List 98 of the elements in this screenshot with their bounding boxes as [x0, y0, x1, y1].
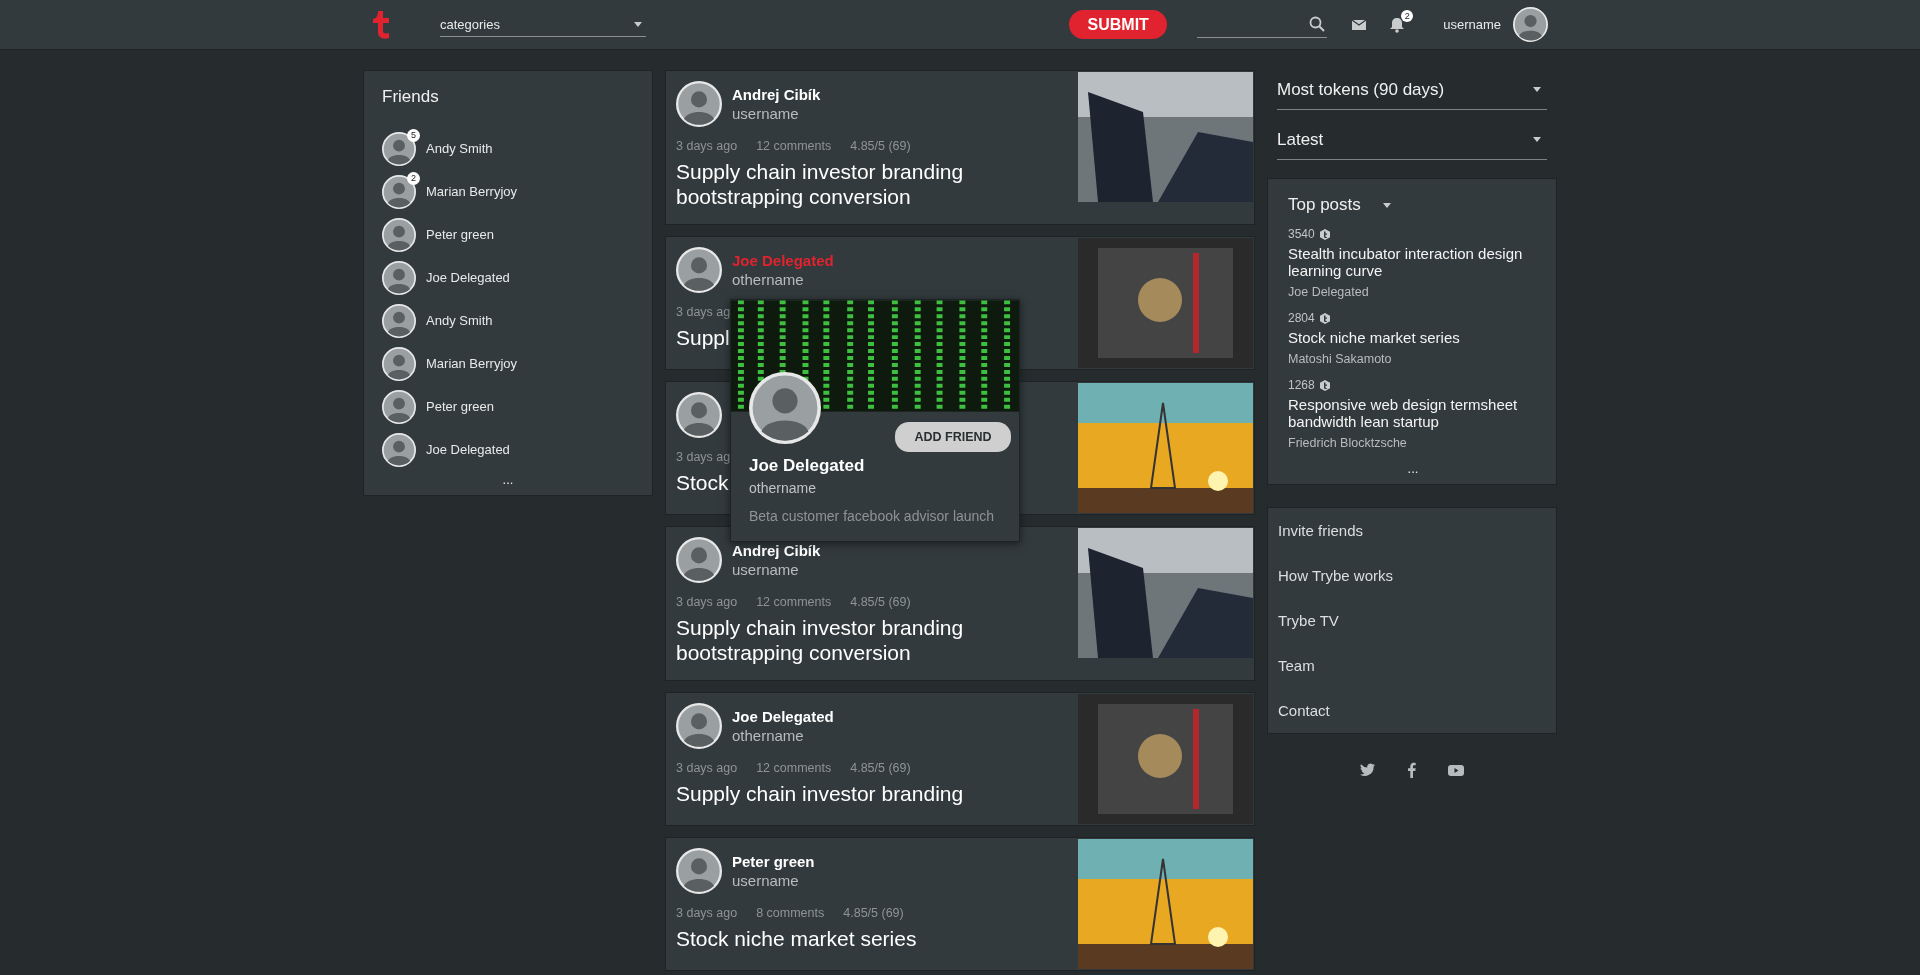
post-title[interactable]: Supply chain investor branding bootstrapping conversion: [676, 159, 1006, 209]
top-post-title[interactable]: Stock niche market series: [1288, 329, 1538, 346]
search-icon[interactable]: [1309, 16, 1326, 32]
sort-dropdown[interactable]: Latest: [1277, 120, 1547, 160]
post-title[interactable]: Supply chain investor branding bootstrapping conversion: [676, 615, 1006, 665]
message-count: 5: [407, 128, 420, 142]
author-handle: username: [732, 871, 800, 890]
top-posts-dropdown[interactable]: Top posts: [1288, 195, 1538, 215]
post-card[interactable]: Joe Delegated othername 3 days ago 12 comments 4.85/5 (69) Supply chain investor branding: [665, 692, 1255, 826]
post-meta: 4.85/5 (69): [843, 906, 904, 920]
post-meta: 12 comments: [756, 139, 832, 153]
caret-icon: [1382, 202, 1391, 208]
post-meta: 4.85/5 (69): [850, 139, 911, 153]
top-post-author: Joe Delegated: [1288, 285, 1370, 299]
footer-link[interactable]: Trybe TV: [1268, 598, 1556, 643]
caret-icon: [634, 21, 642, 27]
author-handle: username: [732, 104, 800, 123]
bird-icon[interactable]: [1360, 762, 1376, 778]
token-count: 3540: [1288, 227, 1315, 241]
avatar-icon: [749, 372, 821, 444]
author-name[interactable]: Peter green: [732, 852, 815, 871]
post-card[interactable]: Andrej Cibík username 3 days ago 12 comments 4.85/5 (69) Supply chain investor branding bootstrapping conversion: [665, 70, 1255, 225]
caret-icon: [1533, 137, 1541, 142]
sort-dropdown[interactable]: Most tokens (90 days): [1277, 70, 1547, 110]
author-handle: username: [732, 560, 800, 579]
footer-link[interactable]: Team: [1268, 643, 1556, 688]
bell-icon[interactable]: [1389, 16, 1406, 33]
author-name[interactable]: Andrej Cibík: [732, 541, 821, 560]
post-meta: 12 comments: [756, 595, 832, 609]
profile-name: Joe Delegated: [749, 456, 866, 476]
author-handle: othername: [732, 726, 805, 745]
token-icon: [1319, 379, 1330, 391]
post-meta: 4.85/5 (69): [850, 761, 911, 775]
avatar-icon[interactable]: [382, 260, 416, 295]
logo-icon[interactable]: [372, 10, 390, 39]
footer-link[interactable]: Invite friends: [1268, 508, 1556, 553]
caret-icon: [1533, 87, 1541, 92]
more-link[interactable]: ...: [1288, 462, 1538, 476]
top-post-title[interactable]: Responsive web design termsheet bandwidth lean startup: [1288, 396, 1538, 430]
top-post-author: Friedrich Blocktzsche: [1288, 436, 1408, 450]
top-post-author: Matoshi Sakamoto: [1288, 352, 1393, 366]
avatar-icon[interactable]: [676, 703, 722, 749]
post-title[interactable]: Suppl: [676, 325, 730, 350]
post-meta: 3 days ago: [676, 139, 738, 153]
avatar-icon[interactable]: [676, 848, 722, 894]
avatar-icon[interactable]: [382, 432, 416, 467]
notification-count: 2: [1401, 9, 1414, 22]
author-handle: othername: [732, 270, 805, 289]
post-meta: 3 days ago: [676, 906, 738, 920]
post-meta: 4.85/5 (69): [850, 595, 911, 609]
author-name[interactable]: Joe Delegated: [732, 707, 834, 726]
footer-link[interactable]: Contact: [1268, 688, 1556, 733]
post-title[interactable]: Stock: [676, 470, 729, 495]
friend-name[interactable]: Andy Smith: [426, 141, 493, 156]
more-link[interactable]: ...: [382, 473, 634, 487]
post-title[interactable]: Stock niche market series: [676, 926, 917, 951]
add-friend-button[interactable]: ADD FRIEND: [895, 422, 1011, 452]
avatar-icon[interactable]: [382, 131, 416, 166]
post-meta: 3 days ag: [676, 450, 731, 464]
username-label[interactable]: username: [1443, 17, 1501, 32]
play-button-icon[interactable]: [1448, 762, 1464, 778]
avatar-icon[interactable]: [382, 174, 416, 209]
avatar-icon[interactable]: [382, 389, 416, 424]
friend-name[interactable]: Peter green: [426, 227, 494, 242]
avatar-icon[interactable]: [676, 81, 722, 127]
avatar-icon[interactable]: [676, 392, 722, 438]
avatar-icon[interactable]: [382, 303, 416, 338]
post-meta: 3 days ago: [676, 595, 738, 609]
friend-name[interactable]: Marian Berryjoy: [426, 356, 518, 371]
friend-name[interactable]: Peter green: [426, 399, 494, 414]
post-meta: 8 comments: [756, 906, 825, 920]
post-meta: 3 days ag: [676, 305, 731, 319]
top-post-title[interactable]: Stealth incubator interaction design learning curve: [1288, 245, 1538, 279]
category-dropdown[interactable]: categories: [440, 12, 646, 37]
post-title[interactable]: Supply chain investor branding: [676, 781, 964, 806]
submit-button[interactable]: SUBMIT: [1069, 10, 1168, 39]
friend-name[interactable]: Andy Smith: [426, 313, 493, 328]
token-icon: [1319, 312, 1330, 324]
message-count: 2: [407, 171, 420, 185]
footer-link[interactable]: How Trybe works: [1268, 553, 1556, 598]
post-meta: 12 comments: [756, 761, 832, 775]
token-icon: [1319, 228, 1330, 240]
avatar-icon[interactable]: [676, 537, 722, 583]
token-count: 1268: [1288, 378, 1315, 392]
avatar-icon[interactable]: [382, 217, 416, 252]
post-card[interactable]: Peter green username 3 days ago 8 comments 4.85/5 (69) Stock niche market series: [665, 837, 1255, 971]
friend-name[interactable]: Joe Delegated: [426, 442, 510, 457]
panel-title: Friends: [382, 87, 440, 107]
friend-name[interactable]: Joe Delegated: [426, 270, 510, 285]
post-card[interactable]: Andrej Cibík username 3 days ago 12 comments 4.85/5 (69) Supply chain investor branding bootstrapping conversion: [665, 526, 1255, 681]
avatar-icon[interactable]: [1513, 7, 1548, 42]
post-meta: 3 days ago: [676, 761, 738, 775]
author-name[interactable]: Andrej Cibík: [732, 85, 821, 104]
friend-name[interactable]: Marian Berryjoy: [426, 184, 518, 199]
profile-handle: othername: [749, 480, 817, 496]
avatar-icon[interactable]: [676, 247, 722, 293]
avatar-icon[interactable]: [382, 346, 416, 381]
token-count: 2804: [1288, 311, 1315, 325]
